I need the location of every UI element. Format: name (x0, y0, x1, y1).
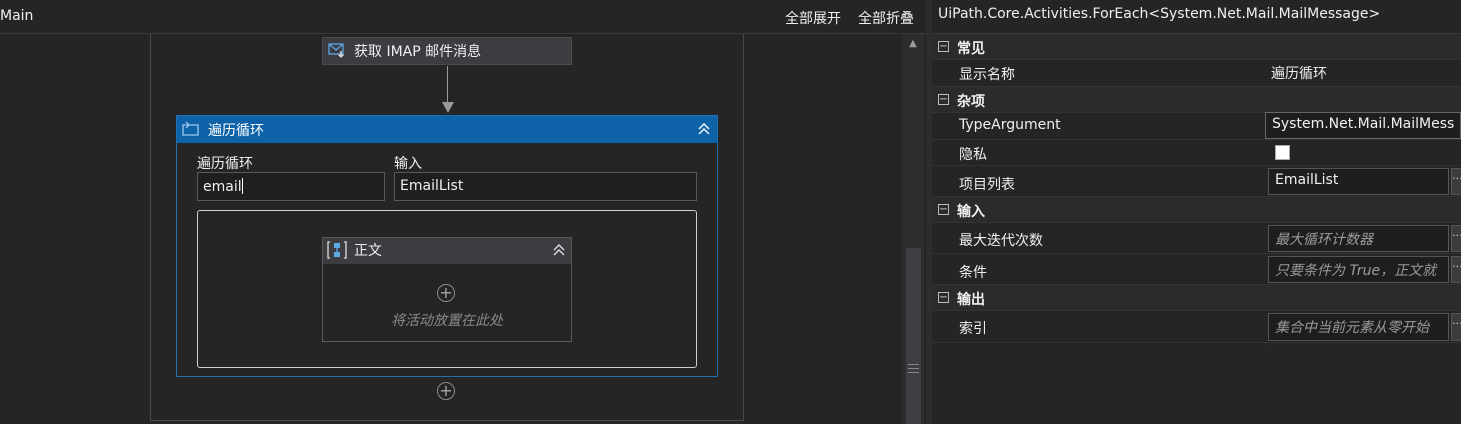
input-collection-field[interactable]: EmailList (394, 172, 697, 201)
values-ellipsis-button[interactable]: ... (1451, 168, 1461, 195)
input-collection-value: EmailList (400, 178, 464, 194)
property-name: 项目列表 (959, 177, 1015, 193)
property-name: 索引 (959, 321, 987, 337)
item-label: 遍历循环 (197, 156, 253, 172)
index-ellipsis-button[interactable]: ... (1451, 313, 1461, 341)
collapse-chevron-icon[interactable] (551, 242, 567, 258)
body-sequence-title: 正文 (354, 243, 382, 259)
property-name: 隐私 (959, 147, 987, 163)
category-label: 输出 (957, 292, 985, 308)
category-label: 杂项 (957, 94, 985, 110)
add-activity-icon[interactable]: + (437, 382, 455, 400)
category-toggle-icon[interactable]: − (938, 204, 949, 215)
tab-title: Main (0, 8, 34, 24)
item-variable-input[interactable]: email (197, 172, 385, 201)
connector-arrow-icon (442, 102, 454, 113)
category-label: 常见 (957, 41, 985, 57)
expand-all-link[interactable]: 全部展开 (785, 8, 841, 28)
type-argument-select[interactable]: System.Net.Mail.MailMess (1265, 112, 1461, 139)
category-row-common[interactable] (932, 34, 1461, 60)
category-row-misc[interactable] (932, 87, 1461, 113)
mail-icon (328, 42, 346, 58)
private-checkbox[interactable] (1275, 145, 1290, 160)
property-row (932, 140, 1461, 166)
category-row-input[interactable] (932, 197, 1461, 223)
property-name: 显示名称 (959, 67, 1015, 83)
index-input[interactable]: 集合中当前元素从零开始 (1268, 313, 1449, 341)
input-label: 输入 (394, 156, 422, 172)
category-toggle-icon[interactable]: − (938, 94, 949, 105)
condition-input[interactable]: 只要条件为 True，正文就 (1268, 256, 1449, 283)
collapse-all-link[interactable]: 全部折叠 (858, 8, 914, 28)
drop-hint: 将活动放置在此处 (391, 313, 503, 329)
display-name-value[interactable]: 遍历循环 (1271, 63, 1327, 83)
category-toggle-icon[interactable]: − (938, 292, 949, 303)
connector-line (447, 66, 448, 104)
scrollbar-thumb[interactable] (906, 248, 921, 424)
scroll-up-icon[interactable]: ▲ (906, 38, 920, 50)
add-activity-icon[interactable]: + (437, 284, 455, 302)
loop-icon (181, 121, 201, 137)
properties-title: UiPath.Core.Activities.ForEach<System.Ne… (938, 6, 1381, 22)
sequence-icon (326, 240, 348, 260)
max-iterations-ellipsis-button[interactable]: ... (1451, 225, 1461, 252)
max-iterations-input[interactable]: 最大循环计数器 (1268, 225, 1449, 252)
imap-activity-label: 获取 IMAP 邮件消息 (354, 44, 482, 60)
category-label: 输入 (957, 204, 985, 220)
foreach-title: 遍历循环 (208, 123, 264, 139)
values-input[interactable]: EmailList (1268, 168, 1449, 195)
category-toggle-icon[interactable]: − (938, 41, 949, 52)
item-variable-value: email (203, 179, 242, 195)
condition-ellipsis-button[interactable]: ... (1451, 256, 1461, 283)
category-row-output[interactable] (932, 285, 1461, 311)
property-name: 条件 (959, 265, 987, 281)
property-name: 最大迭代次数 (959, 233, 1043, 249)
grip-icon (908, 364, 919, 373)
property-name: TypeArgument (959, 117, 1061, 133)
collapse-chevron-icon[interactable] (696, 121, 712, 137)
